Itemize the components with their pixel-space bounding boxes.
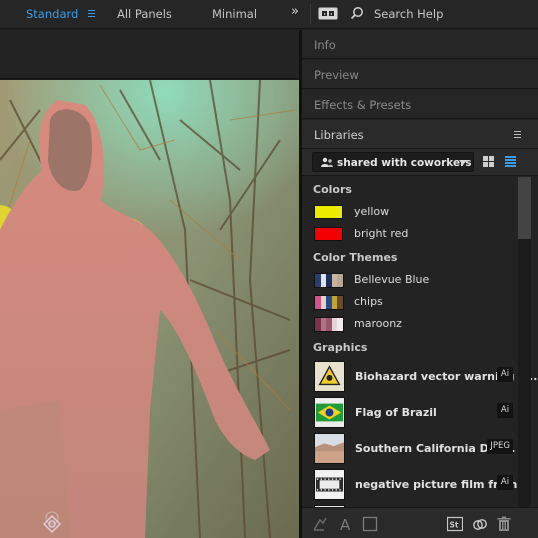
right-panel-stack: Info Preview Effects & Presets Libraries… — [302, 30, 538, 538]
workspace-standard[interactable]: Standard — [26, 7, 78, 21]
stock-icon[interactable]: St — [447, 516, 463, 532]
composition-image — [0, 80, 299, 538]
preview-panel-tab[interactable]: Preview — [302, 60, 538, 89]
color-theme-name: Bellevue Blue — [354, 273, 430, 286]
workspace-menu-icon[interactable] — [88, 10, 95, 17]
effects-presets-panel-tab[interactable]: Effects & Presets — [302, 90, 538, 119]
libraries-menu-icon[interactable] — [514, 131, 521, 138]
color-theme-swatches — [314, 317, 344, 332]
add-layer-icon[interactable] — [362, 516, 378, 532]
workspace-minimal[interactable]: Minimal — [212, 7, 257, 21]
color-swatch — [314, 227, 343, 241]
workspace-bar: Standard All Panels Minimal » — [0, 0, 538, 29]
effects-presets-panel-title: Effects & Presets — [314, 98, 412, 112]
search-help-input[interactable] — [366, 4, 526, 24]
color-name: yellow — [354, 205, 390, 218]
film-frame-thumbnail — [314, 469, 345, 500]
chevron-down-icon — [459, 160, 467, 165]
svg-text:A: A — [340, 516, 351, 532]
anchor-point-icon[interactable] — [43, 515, 61, 533]
color-swatch — [314, 205, 343, 219]
list-view-icon[interactable] — [505, 156, 516, 167]
color-theme-swatches — [314, 295, 344, 310]
info-panel-title: Info — [314, 38, 336, 52]
color-theme-name: maroonz — [354, 317, 402, 330]
composition-viewer[interactable] — [0, 80, 299, 538]
composition-panel-header — [0, 30, 299, 79]
library-select-dropdown[interactable]: shared with coworkers — [312, 152, 474, 172]
add-graphic-icon[interactable] — [312, 516, 328, 532]
library-items-list: Colors yellow bright red Color Themes Be… — [302, 177, 538, 507]
creative-cloud-icon[interactable] — [472, 516, 488, 532]
color-theme-item[interactable]: maroonz — [302, 313, 516, 335]
graphic-item[interactable]: Flag of Brazil Ai — [302, 395, 516, 431]
library-scrollbar[interactable] — [518, 177, 531, 507]
section-graphics-heading: Graphics — [313, 341, 368, 354]
graphic-item[interactable]: Biohazard vector warning s... Ai — [302, 359, 537, 395]
file-type-badge: Ai — [497, 475, 513, 490]
libraries-panel-title: Libraries — [314, 128, 364, 142]
color-theme-item[interactable]: Bellevue Blue — [302, 269, 516, 291]
libraries-footer: A St — [302, 507, 538, 538]
graphic-name: Flag of Brazil — [355, 406, 437, 419]
color-theme-item[interactable]: chips — [302, 291, 516, 313]
file-type-badge: Ai — [497, 403, 513, 418]
color-name: bright red — [354, 227, 409, 240]
color-theme-name: chips — [354, 295, 383, 308]
color-item[interactable]: bright red — [302, 223, 516, 245]
more-workspaces-icon[interactable]: » — [291, 4, 299, 19]
library-select-value: shared with coworkers — [337, 157, 472, 169]
desert-photo-thumbnail — [314, 433, 345, 464]
search-icon[interactable] — [350, 6, 364, 20]
toolbar-divider — [310, 4, 311, 24]
info-panel-tab[interactable]: Info — [302, 30, 538, 59]
shared-people-icon — [321, 157, 333, 167]
biohazard-thumbnail — [314, 361, 345, 392]
color-theme-swatches — [314, 273, 344, 288]
libraries-panel-tab[interactable]: Libraries — [302, 120, 538, 149]
trash-icon[interactable] — [496, 516, 512, 532]
workspace-all-panels[interactable]: All Panels — [117, 7, 172, 21]
file-type-badge: JPEG — [487, 439, 513, 454]
color-item[interactable]: yellow — [302, 201, 516, 223]
add-text-style-icon[interactable]: A — [338, 516, 354, 532]
preview-panel-title: Preview — [314, 68, 359, 82]
section-color-themes-heading: Color Themes — [313, 251, 398, 264]
grid-view-icon[interactable] — [483, 156, 494, 167]
graphic-item[interactable]: Southern California Des... JPEG — [302, 431, 516, 467]
brazil-flag-thumbnail — [314, 397, 345, 428]
sync-settings-icon[interactable] — [318, 7, 338, 20]
scrollbar-thumb[interactable] — [518, 177, 531, 239]
svg-text:St: St — [450, 521, 459, 530]
libraries-toolbar: shared with coworkers — [302, 149, 538, 176]
section-colors-heading: Colors — [313, 183, 352, 196]
file-type-badge: Ai — [497, 367, 513, 382]
graphic-item[interactable]: negative picture film fram... Ai — [302, 467, 530, 503]
